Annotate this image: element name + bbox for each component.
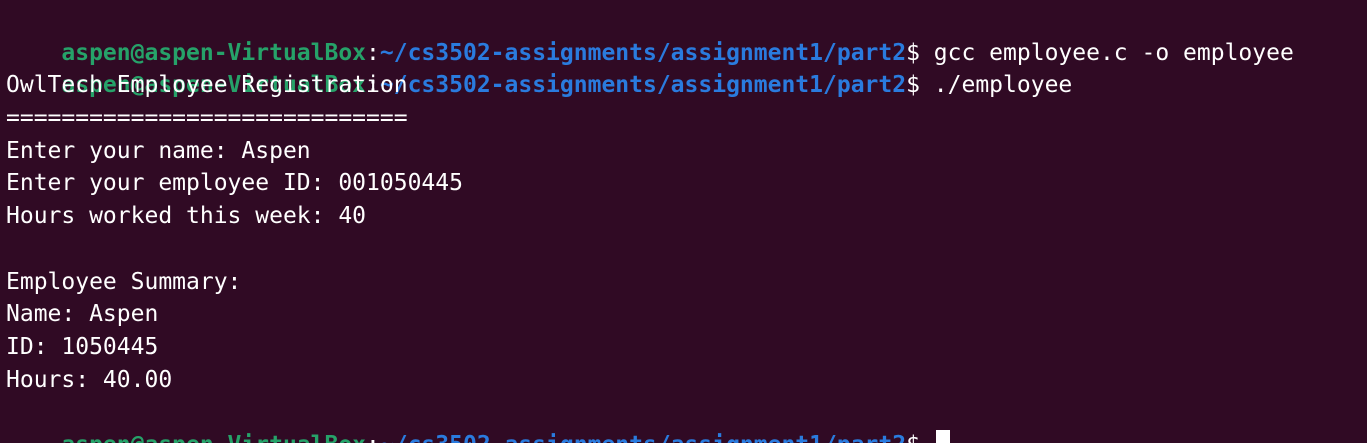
prompt-colon: :	[366, 432, 380, 443]
output-line: ID: 1050445	[6, 333, 159, 360]
output-line: Employee Summary:	[6, 268, 242, 295]
prompt-user-host: aspen@aspen-VirtualBox	[61, 432, 366, 443]
output-line: Enter your name: Aspen	[6, 137, 311, 164]
terminal-line-1: aspen@aspen-VirtualBox:~/cs3502-assignme…	[6, 4, 1367, 66]
prompt-path: ~/cs3502-assignments/assignment1/part2	[380, 432, 906, 443]
terminal-line-current[interactable]: aspen@aspen-VirtualBox:~/cs3502-assignme…	[6, 396, 1367, 443]
prompt-symbol: $	[906, 39, 934, 66]
window-top-edge	[0, 0, 1367, 3]
terminal-window[interactable]: aspen@aspen-VirtualBox:~/cs3502-assignme…	[0, 0, 1367, 443]
output-line-blank	[6, 233, 1367, 266]
command-text: ./employee	[933, 72, 1073, 99]
prompt-user-host: aspen@aspen-VirtualBox	[61, 39, 367, 66]
text-cursor	[935, 430, 950, 443]
prompt-colon: :	[366, 39, 380, 66]
command-text: gcc employee.c -o employee	[933, 39, 1294, 66]
prompt-symbol: $	[906, 432, 934, 443]
prompt-path: ~/cs3502-assignments/assignment1/part2	[379, 39, 907, 66]
prompt-path: ~/cs3502-assignments/assignment1/part2	[379, 72, 907, 99]
prompt-symbol: $	[906, 72, 934, 99]
output-line: Hours worked this week: 40	[6, 203, 367, 230]
output-line: Hours: 40.00	[6, 366, 173, 393]
output-line: Name: Aspen	[6, 301, 159, 328]
output-line: =============================	[6, 105, 408, 132]
output-line: Enter your employee ID: 001050445	[6, 170, 463, 197]
